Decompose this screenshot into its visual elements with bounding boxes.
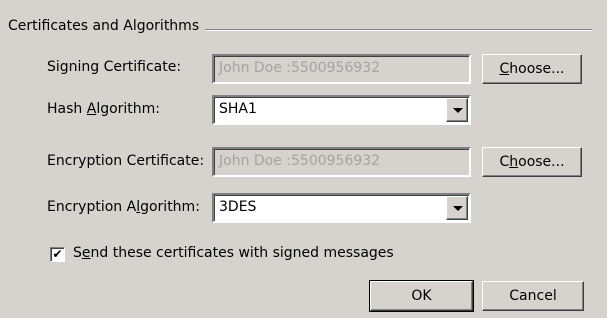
chevron-down-icon	[453, 206, 463, 211]
ok-button[interactable]: OK	[369, 280, 474, 312]
hash-algorithm-label: Hash Algorithm:	[47, 101, 161, 117]
encryption-algorithm-value: 3DES	[219, 199, 257, 215]
signing-certificate-label: Signing Certificate:	[47, 59, 182, 75]
group-title: Certificates and Algorithms	[8, 18, 206, 34]
signing-certificate-field: John Doe :5500956932	[212, 54, 471, 84]
encryption-certificate-value: John Doe :5500956932	[219, 153, 381, 169]
checkmark-icon: ✔	[52, 247, 63, 261]
hash-algorithm-dropdown-button[interactable]	[446, 98, 468, 122]
send-certificates-checkbox[interactable]: ✔	[50, 247, 65, 262]
signing-certificate-value: John Doe :5500956932	[219, 60, 381, 76]
encryption-algorithm-dropdown-button[interactable]	[446, 196, 468, 220]
encryption-choose-button[interactable]: Ch oose...	[482, 147, 582, 177]
encryption-algorithm-select[interactable]: 3DES	[212, 193, 471, 223]
hash-algorithm-select[interactable]: SHA1	[212, 95, 471, 125]
send-certificates-label[interactable]: Send these certificates with signed mess…	[73, 245, 394, 261]
cancel-button[interactable]: Cancel	[482, 281, 584, 311]
encryption-certificate-field: John Doe :5500956932	[212, 147, 471, 177]
encryption-algorithm-label: Encryption Algorithm:	[47, 199, 200, 215]
signing-choose-button[interactable]: Choose...	[482, 54, 582, 84]
chevron-down-icon	[453, 108, 463, 113]
encryption-certificate-label: Encryption Certificate:	[47, 153, 205, 169]
hash-algorithm-value: SHA1	[219, 101, 257, 117]
